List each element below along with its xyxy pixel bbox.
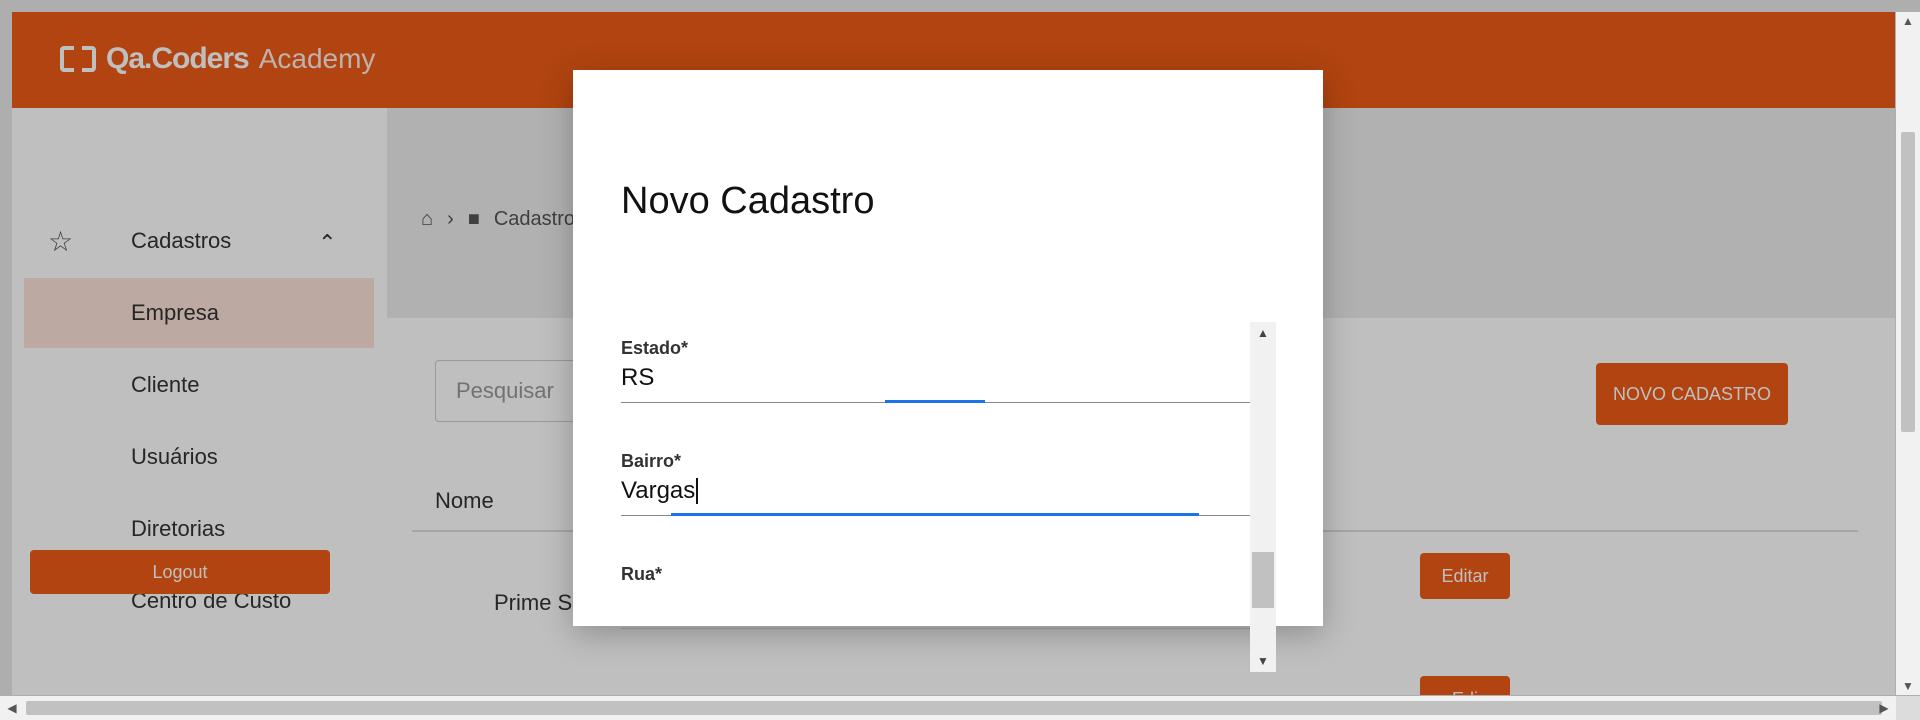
field-label-rua: Rua* <box>621 564 663 584</box>
bairro-input-wrap[interactable]: Vargas <box>621 477 1221 505</box>
text-caret <box>696 478 699 504</box>
field-focus-underline <box>885 400 985 403</box>
form-scroll-thumb[interactable] <box>1252 552 1274 608</box>
field-label-estado: Estado* <box>621 338 689 358</box>
field-underline <box>621 628 1251 629</box>
page-vertical-scrollbar[interactable]: ▲ ▼ <box>1896 12 1920 695</box>
field-bairro: Bairro* Vargas <box>621 435 1251 516</box>
page-vertical-scroll-thumb[interactable] <box>1901 132 1915 432</box>
modal-form-scrollbar[interactable]: ▲ ▼ <box>1250 322 1276 672</box>
modal-title: Novo Cadastro <box>621 180 875 222</box>
field-label-bairro: Bairro* <box>621 451 682 471</box>
field-rua: Rua* <box>621 548 1251 629</box>
field-focus-underline <box>671 513 1199 516</box>
scroll-right-icon[interactable]: ▶ <box>1872 696 1896 720</box>
page-horizontal-scrollbar[interactable]: ◀ ▶ <box>0 696 1896 720</box>
scroll-up-icon[interactable]: ▲ <box>1896 12 1920 30</box>
bairro-input[interactable]: Vargas <box>621 477 695 504</box>
scroll-down-icon[interactable]: ▼ <box>1896 677 1920 695</box>
estado-input[interactable]: RS <box>621 364 1221 392</box>
form-scroll-down-icon[interactable]: ▼ <box>1250 650 1276 672</box>
form-scroll-up-icon[interactable]: ▲ <box>1250 322 1276 344</box>
page-horizontal-scroll-thumb[interactable] <box>26 701 1882 715</box>
modal-form: Estado* RS Bairro* Vargas Rua* <box>621 322 1251 670</box>
scrollbar-corner <box>1896 696 1920 720</box>
scroll-left-icon[interactable]: ◀ <box>0 696 24 720</box>
field-estado: Estado* RS <box>621 322 1251 403</box>
